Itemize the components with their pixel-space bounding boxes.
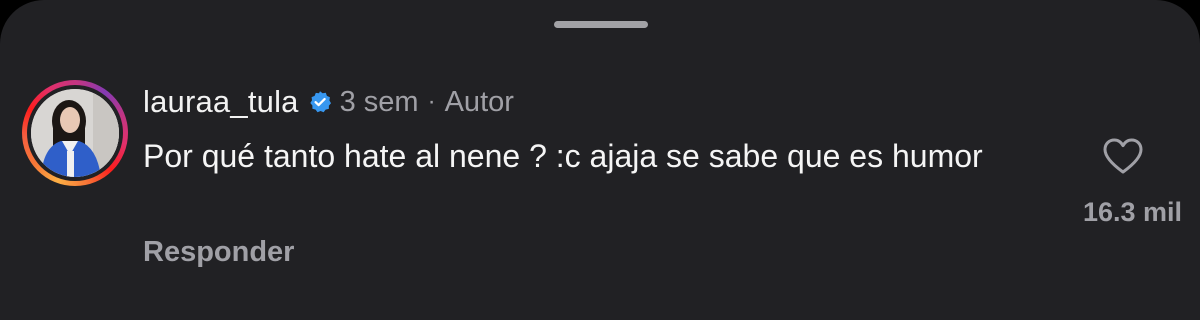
separator-dot: · xyxy=(427,88,436,115)
comments-sheet: lauraa_tula 3 sem · Autor Por qué tanto … xyxy=(0,0,1200,320)
comment-timestamp: 3 sem xyxy=(339,85,419,118)
author-label: Autor xyxy=(444,85,514,118)
like-count[interactable]: 16.3 mil xyxy=(1083,197,1182,228)
comment-header: lauraa_tula 3 sem · Autor xyxy=(143,83,514,121)
comment-text: Por qué tanto hate al nene ? :c ajaja se… xyxy=(143,138,983,174)
username[interactable]: lauraa_tula xyxy=(143,84,299,120)
heart-outline-icon[interactable] xyxy=(1102,137,1144,175)
avatar-photo xyxy=(31,89,119,177)
verified-badge-icon xyxy=(308,90,332,114)
avatar[interactable] xyxy=(31,89,119,177)
avatar-story-ring[interactable] xyxy=(22,80,128,186)
drag-handle[interactable] xyxy=(554,21,648,28)
reply-button[interactable]: Responder xyxy=(143,236,294,269)
